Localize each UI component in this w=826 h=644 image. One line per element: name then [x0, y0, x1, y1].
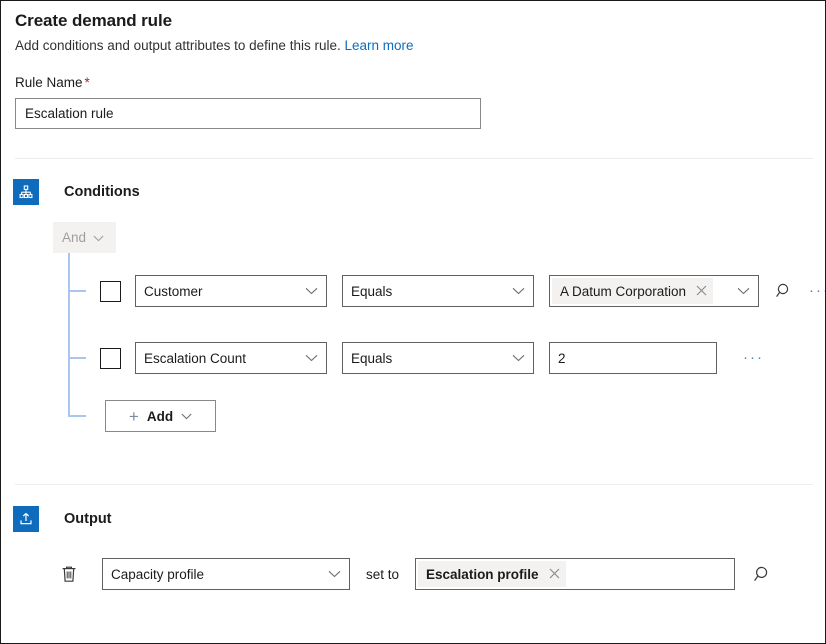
page-subtitle-text: Add conditions and output attributes to … — [15, 38, 341, 53]
chevron-down-icon — [305, 282, 318, 300]
condition-value-input[interactable]: 2 — [549, 342, 717, 374]
page-subtitle: Add conditions and output attributes to … — [15, 37, 815, 55]
rule-name-label-text: Rule Name — [15, 75, 83, 90]
output-title: Output — [64, 511, 112, 527]
condition-attribute-value: Escalation Count — [144, 351, 299, 366]
value-chip[interactable]: A Datum Corporation — [552, 278, 713, 304]
chevron-down-icon — [328, 565, 341, 583]
condition-operator-dropdown[interactable]: Equals — [342, 342, 534, 374]
close-icon[interactable] — [549, 568, 560, 581]
value-chip-label: A Datum Corporation — [560, 284, 686, 299]
condition-value-text: 2 — [558, 351, 566, 366]
output-value-picker[interactable]: Escalation profile — [415, 558, 735, 590]
close-icon[interactable] — [696, 285, 707, 298]
hierarchy-icon — [13, 179, 39, 205]
condition-row: Escalation Count Equals 2 ··· — [100, 342, 764, 374]
condition-row-checkbox[interactable] — [100, 281, 121, 302]
output-attribute-dropdown[interactable]: Capacity profile — [102, 558, 350, 590]
required-asterisk: * — [85, 75, 90, 90]
condition-attribute-value: Customer — [144, 284, 299, 299]
more-options-icon[interactable]: ··· — [743, 353, 764, 363]
condition-value-picker[interactable]: A Datum Corporation — [549, 275, 759, 307]
learn-more-link[interactable]: Learn more — [344, 38, 413, 53]
chevron-down-icon — [181, 407, 192, 425]
search-icon[interactable] — [749, 561, 775, 587]
condition-attribute-dropdown[interactable]: Customer — [135, 275, 327, 307]
output-connector-label: set to — [366, 567, 399, 582]
condition-tree-branch-2 — [68, 357, 86, 359]
conditions-section-header: Conditions — [13, 179, 140, 205]
trash-icon[interactable] — [56, 561, 82, 587]
add-condition-button[interactable]: + Add — [105, 400, 216, 432]
chevron-down-icon[interactable] — [737, 282, 750, 300]
section-divider-top — [15, 158, 813, 159]
chevron-down-icon — [512, 282, 525, 300]
condition-operator-value: Equals — [351, 284, 506, 299]
upload-icon — [13, 506, 39, 532]
output-section-header: Output — [13, 506, 112, 532]
chevron-down-icon — [305, 349, 318, 367]
condition-row: Customer Equals A Datum Corporation — [100, 275, 826, 307]
output-value-chip[interactable]: Escalation profile — [418, 561, 566, 587]
condition-operator-value: Equals — [351, 351, 506, 366]
search-icon[interactable] — [771, 278, 797, 304]
page-title: Create demand rule — [15, 10, 815, 32]
condition-operator-dropdown[interactable]: Equals — [342, 275, 534, 307]
conditions-title: Conditions — [64, 184, 140, 200]
rule-name-label: Rule Name* — [15, 75, 90, 90]
condition-tree-branch-3 — [68, 415, 86, 417]
output-value-chip-label: Escalation profile — [426, 567, 539, 582]
output-attribute-value: Capacity profile — [111, 567, 322, 582]
chevron-down-icon — [512, 349, 525, 367]
create-demand-rule-panel: Create demand rule Add conditions and ou… — [0, 0, 826, 644]
more-options-icon[interactable]: ··· — [809, 286, 826, 296]
condition-tree-vertical-line — [68, 253, 70, 417]
output-row: Capacity profile set to Escalation profi… — [56, 558, 775, 590]
condition-attribute-dropdown[interactable]: Escalation Count — [135, 342, 327, 374]
logic-operator-dropdown[interactable]: And — [53, 222, 116, 253]
chevron-down-icon — [93, 229, 104, 247]
panel-header: Create demand rule Add conditions and ou… — [15, 10, 815, 55]
rule-name-input[interactable] — [15, 98, 481, 129]
add-condition-label: Add — [147, 409, 173, 424]
condition-row-checkbox[interactable] — [100, 348, 121, 369]
logic-operator-label: And — [62, 230, 86, 245]
section-divider-bottom — [15, 484, 813, 485]
plus-icon: + — [129, 408, 139, 425]
condition-tree-branch-1 — [68, 290, 86, 292]
